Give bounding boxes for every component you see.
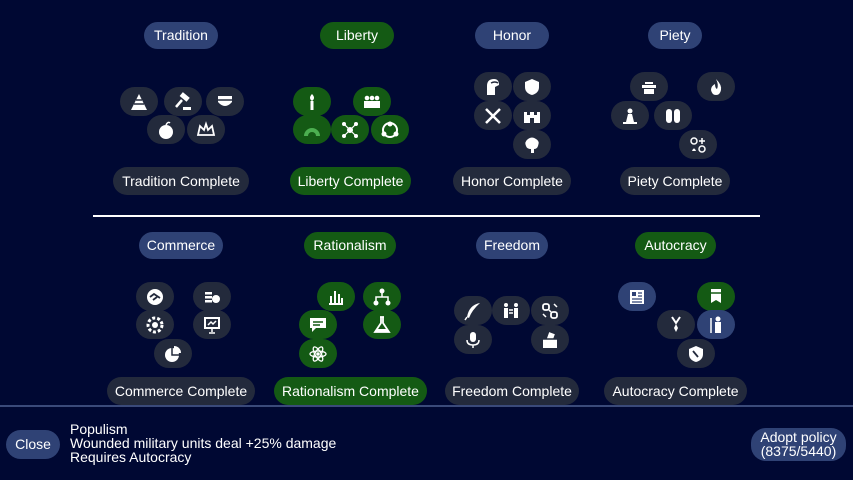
brain-icon[interactable]: [513, 130, 551, 159]
gear-emblem-icon[interactable]: [136, 310, 174, 339]
crown-icon[interactable]: [187, 115, 225, 144]
bar-chart-icon[interactable]: [317, 282, 355, 311]
newspaper-icon[interactable]: [618, 282, 656, 311]
branch-autocracy-header[interactable]: Autocracy: [635, 232, 716, 259]
pie-chart-icon[interactable]: [154, 339, 192, 368]
presentation-icon[interactable]: [193, 310, 231, 339]
tradition-complete[interactable]: Tradition Complete: [113, 167, 249, 195]
broken-chains-icon[interactable]: [531, 296, 569, 325]
handshake-icon[interactable]: [136, 282, 174, 311]
rainbow-icon[interactable]: [293, 115, 331, 144]
atom-icon[interactable]: [299, 339, 337, 368]
quill-icon[interactable]: [454, 296, 492, 325]
soldier-icon[interactable]: [697, 310, 735, 339]
autocracy-complete[interactable]: Autocracy Complete: [604, 377, 747, 405]
branch-rationalism-header[interactable]: Rationalism: [304, 232, 396, 259]
ballot-box-icon[interactable]: [531, 325, 569, 354]
adopt-policy-button[interactable]: Adopt policy (8375/5440): [751, 428, 846, 461]
spartan-helmet-icon[interactable]: [474, 72, 512, 101]
section-divider: [93, 215, 760, 217]
tablets-icon[interactable]: [654, 101, 692, 130]
apple-icon[interactable]: [147, 115, 185, 144]
torch-icon[interactable]: [293, 87, 331, 116]
adopt-policy-label: Adopt policy: [760, 429, 837, 445]
network-icon[interactable]: [331, 115, 369, 144]
altar-icon[interactable]: [630, 72, 668, 101]
shield-icon[interactable]: [513, 72, 551, 101]
policy-description: Populism Wounded military units deal +25…: [70, 422, 336, 464]
commerce-complete[interactable]: Commerce Complete: [107, 377, 255, 405]
banner-icon[interactable]: [697, 282, 735, 311]
statue-icon[interactable]: [611, 101, 649, 130]
chat-icon[interactable]: [299, 310, 337, 339]
adopt-policy-cost: (8375/5440): [760, 443, 837, 459]
fist-shield-icon[interactable]: [677, 339, 715, 368]
gavel-icon[interactable]: [164, 87, 202, 116]
policy-effect: Wounded military units deal +25% damage: [70, 435, 337, 451]
crossed-swords-icon[interactable]: [474, 101, 512, 130]
freedom-complete[interactable]: Freedom Complete: [445, 377, 579, 405]
branch-piety-header[interactable]: Piety: [648, 22, 702, 49]
branch-liberty-header[interactable]: Liberty: [320, 22, 394, 49]
community-icon[interactable]: [371, 115, 409, 144]
religious-symbols-icon[interactable]: [679, 130, 717, 159]
flask-icon[interactable]: [363, 310, 401, 339]
branch-commerce-header[interactable]: Commerce: [139, 232, 223, 259]
branch-honor-header[interactable]: Honor: [475, 22, 549, 49]
liberty-complete[interactable]: Liberty Complete: [290, 167, 411, 195]
coins-icon[interactable]: [193, 282, 231, 311]
honor-complete[interactable]: Honor Complete: [453, 167, 571, 195]
microphone-icon[interactable]: [454, 325, 492, 354]
medal-icon[interactable]: [657, 310, 695, 339]
fort-icon[interactable]: [513, 101, 551, 130]
policy-name: Populism: [70, 421, 128, 437]
close-button[interactable]: Close: [6, 430, 60, 459]
flame-icon[interactable]: [697, 72, 735, 101]
crest-icon[interactable]: [206, 87, 244, 116]
policy-requirement: Requires Autocracy: [70, 449, 192, 465]
equality-icon[interactable]: [492, 296, 530, 325]
branch-tradition-header[interactable]: Tradition: [144, 22, 218, 49]
pyramid-icon[interactable]: [120, 87, 158, 116]
branch-freedom-header[interactable]: Freedom: [476, 232, 548, 259]
piety-complete[interactable]: Piety Complete: [620, 167, 730, 195]
people-icon[interactable]: [353, 87, 391, 116]
rationalism-complete[interactable]: Rationalism Complete: [274, 377, 427, 405]
hierarchy-icon[interactable]: [363, 282, 401, 311]
